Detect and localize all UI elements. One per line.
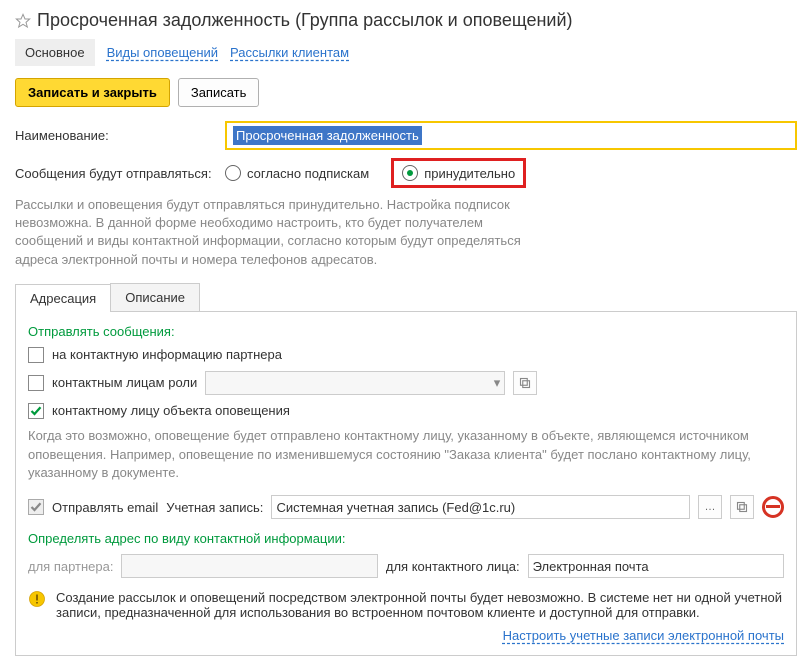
name-value-selected: Просроченная задолженность xyxy=(233,126,422,145)
save-button[interactable]: Записать xyxy=(178,78,260,107)
for-contact-label: для контактного лица: xyxy=(386,559,520,574)
contact-address-type-value: Электронная почта xyxy=(533,559,649,574)
radio-forced[interactable] xyxy=(402,165,418,181)
warning-icon xyxy=(28,590,46,608)
radio-subscriptions[interactable] xyxy=(225,165,241,181)
radio-forced-highlight: принудительно xyxy=(391,158,526,188)
favorite-star-icon[interactable] xyxy=(15,13,31,29)
account-input[interactable]: Системная учетная запись (Fed@1c.ru) xyxy=(271,495,690,519)
checkbox-object-contact[interactable] xyxy=(28,403,44,419)
contact-address-type-input[interactable]: Электронная почта xyxy=(528,554,784,578)
for-partner-label: для партнера: xyxy=(28,559,113,574)
top-tab-client-mailings[interactable]: Рассылки клиентам xyxy=(230,45,349,60)
description-text: Рассылки и оповещения будут отправляться… xyxy=(15,196,535,269)
account-ellipsis-button[interactable]: … xyxy=(698,495,722,519)
account-label: Учетная запись: xyxy=(166,500,263,515)
tab-description[interactable]: Описание xyxy=(110,283,200,311)
page-title: Просроченная задолженность (Группа рассы… xyxy=(37,10,573,31)
partner-address-type-input[interactable] xyxy=(121,554,377,578)
forbid-icon xyxy=(762,496,784,518)
send-messages-title: Отправлять сообщения: xyxy=(28,324,784,339)
checkbox-object-contact-label: контактному лицу объекта оповещения xyxy=(52,403,290,418)
chevron-down-icon[interactable]: ▾ xyxy=(494,375,501,391)
checkbox-role-contacts[interactable] xyxy=(28,375,44,391)
name-label: Наименование: xyxy=(15,128,215,143)
top-tab-main[interactable]: Основное xyxy=(15,39,95,66)
warning-text: Создание рассылок и оповещений посредств… xyxy=(56,590,784,620)
send-mode-label: Сообщения будут отправляться: xyxy=(15,166,215,181)
radio-forced-label: принудительно xyxy=(424,166,515,181)
role-select-input[interactable]: ▾ xyxy=(205,371,505,395)
top-tab-notification-types[interactable]: Виды оповещений xyxy=(107,45,218,60)
checkbox-partner-contact[interactable] xyxy=(28,347,44,363)
account-value: Системная учетная запись (Fed@1c.ru) xyxy=(276,500,515,515)
name-input[interactable]: Просроченная задолженность xyxy=(225,121,797,150)
checkbox-role-contacts-label: контактным лицам роли xyxy=(52,375,197,390)
send-email-label: Отправлять email xyxy=(52,500,158,515)
account-open-button[interactable] xyxy=(730,495,754,519)
tab-addressing[interactable]: Адресация xyxy=(15,284,111,312)
object-contact-description: Когда это возможно, оповещение будет отп… xyxy=(28,427,784,484)
checkbox-partner-contact-label: на контактную информацию партнера xyxy=(52,347,282,362)
configure-email-accounts-link[interactable]: Настроить учетные записи электронной поч… xyxy=(503,628,784,643)
radio-subscriptions-label: согласно подпискам xyxy=(247,166,369,181)
save-and-close-button[interactable]: Записать и закрыть xyxy=(15,78,170,107)
checkbox-send-email[interactable] xyxy=(28,499,44,515)
role-open-button[interactable] xyxy=(513,371,537,395)
address-type-title: Определять адрес по виду контактной инфо… xyxy=(28,531,784,546)
